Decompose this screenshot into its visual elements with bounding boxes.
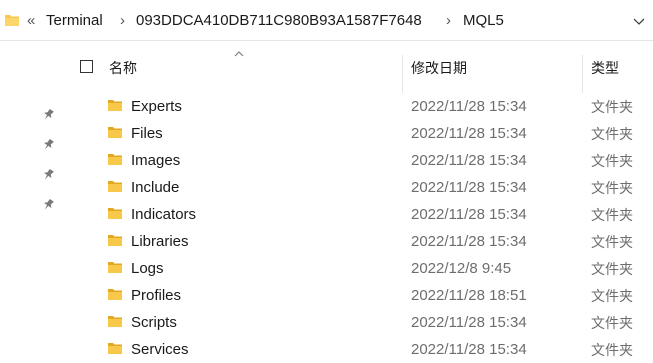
pin-icon — [42, 138, 54, 157]
folder-icon — [108, 341, 122, 360]
column-divider[interactable] — [582, 55, 583, 93]
file-type: 文件夹 — [591, 261, 633, 277]
chevron-down-icon[interactable] — [633, 14, 645, 32]
column-header-date-modified[interactable]: 修改日期 — [411, 59, 467, 77]
file-name[interactable]: Images — [131, 152, 180, 170]
folder-icon — [108, 206, 122, 225]
file-name[interactable]: Files — [131, 125, 163, 143]
file-name[interactable]: Indicators — [131, 206, 196, 224]
folder-icon — [108, 98, 122, 117]
file-type: 文件夹 — [591, 180, 633, 196]
folder-icon — [108, 125, 122, 144]
file-date-modified: 2022/11/28 18:51 — [411, 287, 527, 304]
file-type: 文件夹 — [591, 207, 633, 223]
file-date-modified: 2022/12/8 9:45 — [411, 260, 512, 277]
file-row-logs[interactable]: Logs 2022/12/8 9:45 文件夹 — [72, 255, 653, 282]
file-type: 文件夹 — [591, 288, 633, 304]
overflow-chevron-icon[interactable]: « — [27, 11, 35, 31]
file-type: 文件夹 — [591, 99, 633, 115]
file-date-modified: 2022/11/28 15:34 — [411, 179, 527, 196]
column-header-name[interactable]: 名称 — [109, 59, 137, 77]
select-all-checkbox[interactable] — [80, 60, 93, 73]
file-type: 文件夹 — [591, 342, 633, 358]
file-date-modified: 2022/11/28 15:34 — [411, 233, 527, 250]
breadcrumb-hash-folder[interactable]: 093DDCA410DB711C980B93A1587F7648 — [136, 11, 422, 31]
folder-icon — [108, 152, 122, 171]
file-date-modified: 2022/11/28 15:34 — [411, 341, 527, 358]
file-date-modified: 2022/11/28 15:34 — [411, 98, 527, 115]
file-name[interactable]: Experts — [131, 98, 182, 116]
breadcrumb-separator-icon[interactable]: › — [120, 11, 125, 31]
file-type: 文件夹 — [591, 126, 633, 142]
file-name[interactable]: Services — [131, 341, 189, 359]
file-row-include[interactable]: Include 2022/11/28 15:34 文件夹 — [72, 174, 653, 201]
file-date-modified: 2022/11/28 15:34 — [411, 206, 527, 223]
file-type: 文件夹 — [591, 234, 633, 250]
sort-ascending-icon — [234, 44, 244, 62]
folder-icon — [108, 233, 122, 252]
file-row-libraries[interactable]: Libraries 2022/11/28 15:34 文件夹 — [72, 228, 653, 255]
folder-icon — [108, 260, 122, 279]
file-date-modified: 2022/11/28 15:34 — [411, 125, 527, 142]
breadcrumb-separator-icon[interactable]: › — [446, 11, 451, 31]
file-row-indicators[interactable]: Indicators 2022/11/28 15:34 文件夹 — [72, 201, 653, 228]
column-header-row: 名称 修改日期 类型 — [72, 41, 653, 93]
folder-icon — [108, 179, 122, 198]
folder-icon — [108, 287, 122, 306]
pin-icon — [42, 168, 54, 187]
file-name[interactable]: Libraries — [131, 233, 189, 251]
file-row-scripts[interactable]: Scripts 2022/11/28 15:34 文件夹 — [72, 309, 653, 336]
column-header-type[interactable]: 类型 — [591, 59, 619, 77]
file-row-services[interactable]: Services 2022/11/28 15:34 文件夹 — [72, 336, 653, 363]
address-bar[interactable]: « Terminal › 093DDCA410DB711C980B93A1587… — [0, 0, 653, 41]
folder-icon — [5, 13, 19, 32]
file-name[interactable]: Scripts — [131, 314, 177, 332]
folder-icon — [108, 314, 122, 333]
navigation-pane — [0, 41, 72, 360]
pin-icon — [42, 108, 54, 127]
breadcrumb-mql5[interactable]: MQL5 — [463, 11, 504, 31]
pin-icon — [42, 198, 54, 217]
breadcrumb-terminal[interactable]: Terminal — [46, 11, 103, 31]
file-row-images[interactable]: Images 2022/11/28 15:34 文件夹 — [72, 147, 653, 174]
file-name[interactable]: Profiles — [131, 287, 181, 305]
file-row-experts[interactable]: Experts 2022/11/28 15:34 文件夹 — [72, 93, 653, 120]
file-name[interactable]: Include — [131, 179, 179, 197]
file-name[interactable]: Logs — [131, 260, 164, 278]
file-date-modified: 2022/11/28 15:34 — [411, 152, 527, 169]
file-row-profiles[interactable]: Profiles 2022/11/28 18:51 文件夹 — [72, 282, 653, 309]
file-row-files[interactable]: Files 2022/11/28 15:34 文件夹 — [72, 120, 653, 147]
file-date-modified: 2022/11/28 15:34 — [411, 314, 527, 331]
column-divider[interactable] — [402, 55, 403, 93]
file-type: 文件夹 — [591, 153, 633, 169]
file-type: 文件夹 — [591, 315, 633, 331]
